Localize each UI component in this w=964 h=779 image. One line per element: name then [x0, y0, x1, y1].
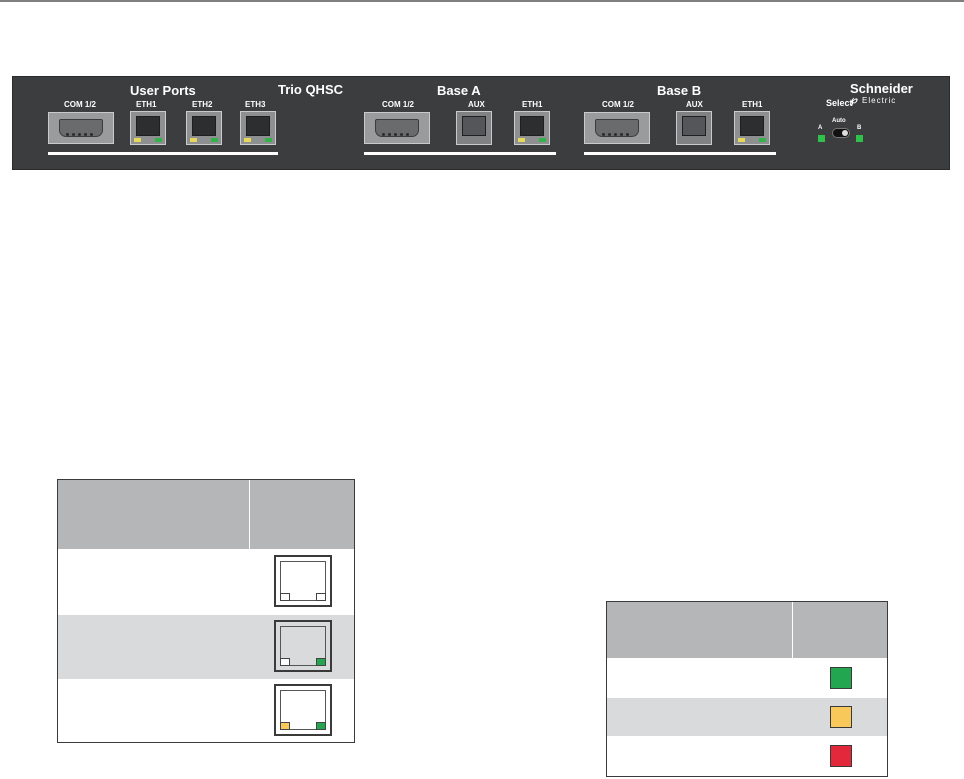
base-a-aux-port [456, 111, 492, 145]
user-ports-underline [48, 152, 278, 155]
ethernet-jack-activity-icon [274, 684, 332, 736]
com-port-db9 [48, 112, 114, 144]
ethernet-jack-link-icon [274, 620, 332, 672]
base-a-title: Base A [437, 83, 481, 98]
select-mode-label: Auto [832, 118, 846, 124]
base-a-port-label-aux: AUX [468, 100, 485, 109]
base-b-com-port-db9 [584, 112, 650, 144]
top-rule [0, 0, 964, 2]
header-divider [792, 602, 793, 658]
select-title: Select [826, 98, 853, 108]
legend-row [607, 658, 887, 698]
legend-row [607, 698, 887, 736]
select-a-led [818, 135, 825, 142]
eth3-port [240, 111, 276, 145]
base-b-underline [584, 152, 776, 155]
legend-row [58, 549, 354, 615]
eth1-port [130, 111, 166, 145]
green-swatch [830, 667, 852, 689]
port-label-eth2: ETH2 [192, 100, 213, 109]
model-name: Trio QHSC [278, 82, 344, 97]
select-b-led [856, 135, 863, 142]
ethernet-led-legend-table [57, 479, 355, 743]
ethernet-jack-leds-off-icon [274, 555, 332, 607]
base-b-title: Base B [657, 83, 702, 98]
base-a-port-label-eth1: ETH1 [522, 100, 543, 109]
legend-header [58, 480, 354, 549]
red-swatch [830, 745, 852, 767]
base-b-port-label-aux: AUX [686, 100, 703, 109]
status-color-legend-table [606, 601, 888, 777]
base-b-port-label-com: COM 1/2 [602, 100, 635, 109]
legend-header [607, 602, 887, 658]
select-a-label: A [818, 125, 823, 131]
base-a-underline [364, 152, 556, 155]
eth2-port [186, 111, 222, 145]
base-a-com-port-db9 [364, 112, 430, 144]
brand-leaf-icon: ℘ [850, 95, 857, 106]
header-divider [249, 480, 250, 549]
port-label-eth1: ETH1 [136, 100, 157, 109]
legend-row [58, 679, 354, 743]
select-b-label: B [857, 125, 862, 131]
base-a-eth1-port [514, 111, 550, 145]
port-label-eth3: ETH3 [245, 100, 266, 109]
base-a-port-label-com: COM 1/2 [382, 100, 415, 109]
select-toggle-switch[interactable] [832, 128, 850, 138]
device-front-panel: User Ports Trio QHSC COM 1/2 ETH1 ETH2 E… [12, 76, 950, 170]
brand-name: Schneider [850, 81, 913, 96]
yellow-swatch [830, 706, 852, 728]
base-b-port-label-eth1: ETH1 [742, 100, 763, 109]
legend-row [607, 736, 887, 776]
base-b-eth1-port [734, 111, 770, 145]
user-ports-title: User Ports [130, 83, 196, 98]
brand-sub: Electric [862, 96, 897, 105]
legend-row [58, 615, 354, 679]
base-b-aux-port [676, 111, 712, 145]
port-label-com: COM 1/2 [64, 100, 97, 109]
